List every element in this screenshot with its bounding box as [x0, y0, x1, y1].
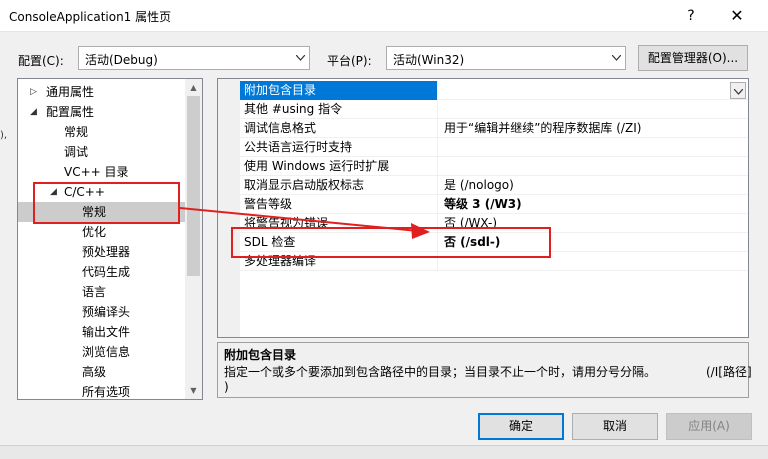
apply-button[interactable]: 应用(A)	[666, 413, 752, 440]
ok-button[interactable]: 确定	[478, 413, 564, 440]
annotation-arrow	[179, 207, 430, 239]
cancel-button[interactable]: 取消	[572, 413, 658, 440]
bottom-strip	[0, 445, 768, 459]
